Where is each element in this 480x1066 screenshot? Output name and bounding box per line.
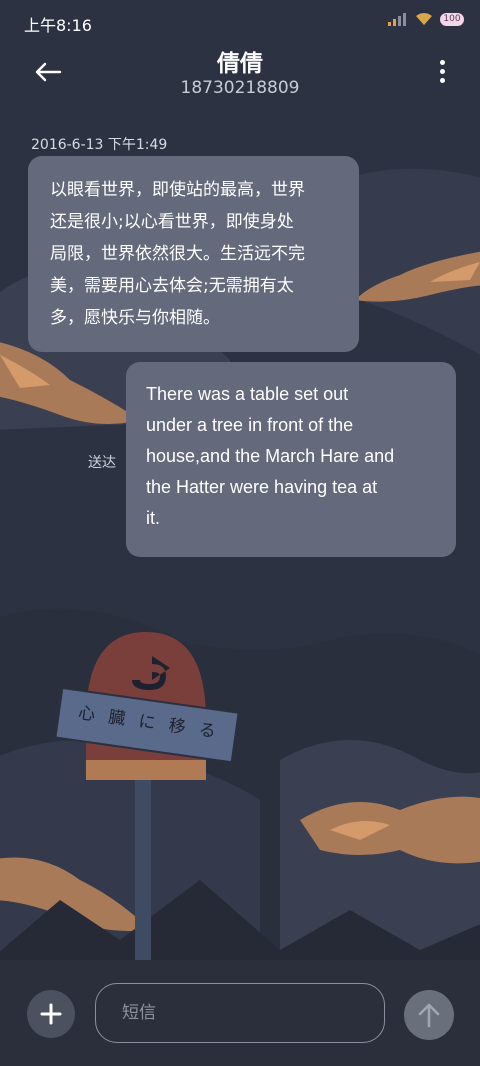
more-options-button[interactable] — [432, 56, 452, 86]
status-time: 上午8:16 — [24, 16, 92, 35]
message-line: house,and the March Hare and — [146, 446, 395, 466]
plus-icon — [40, 1003, 62, 1025]
delivery-status: 送达 — [88, 455, 116, 471]
message-line: 还是很小;以心看世界，即使身处 — [50, 212, 294, 232]
outgoing-message-bubble[interactable]: There was a table set out under a tree i… — [126, 362, 456, 557]
message-line: under a tree in front of the — [146, 415, 354, 435]
add-attachment-button[interactable] — [27, 990, 75, 1038]
message-line: 美，需要用心去体会;无需拥有太 — [50, 276, 294, 296]
signal-icon — [388, 13, 406, 26]
send-button[interactable] — [404, 990, 454, 1040]
message-line: the Hatter were having tea at — [146, 477, 378, 497]
message-line: 以眼看世界，即使站的最高，世界 — [50, 180, 305, 200]
wifi-icon — [416, 13, 432, 25]
message-line: 局限，世界依然很大。生活远不完 — [50, 244, 305, 264]
message-input[interactable] — [95, 983, 385, 1043]
battery-icon: 100 — [440, 12, 464, 26]
more-vertical-icon — [439, 59, 445, 65]
status-icons: 100 — [388, 12, 464, 26]
message-timestamp: 2016-6-13 下午1:49 — [31, 137, 168, 153]
message-line: There was a table set out — [146, 384, 349, 404]
message-line: it. — [146, 508, 161, 528]
incoming-message-bubble[interactable]: 以眼看世界，即使站的最高，世界 还是很小;以心看世界，即使身处 局限，世界依然很… — [28, 156, 359, 352]
contact-phone-number: 18730218809 — [180, 78, 300, 98]
contact-name: 倩倩 — [217, 51, 263, 77]
message-line: 多，愿快乐与你相随。 — [50, 308, 220, 328]
arrow-up-icon — [418, 1003, 440, 1028]
